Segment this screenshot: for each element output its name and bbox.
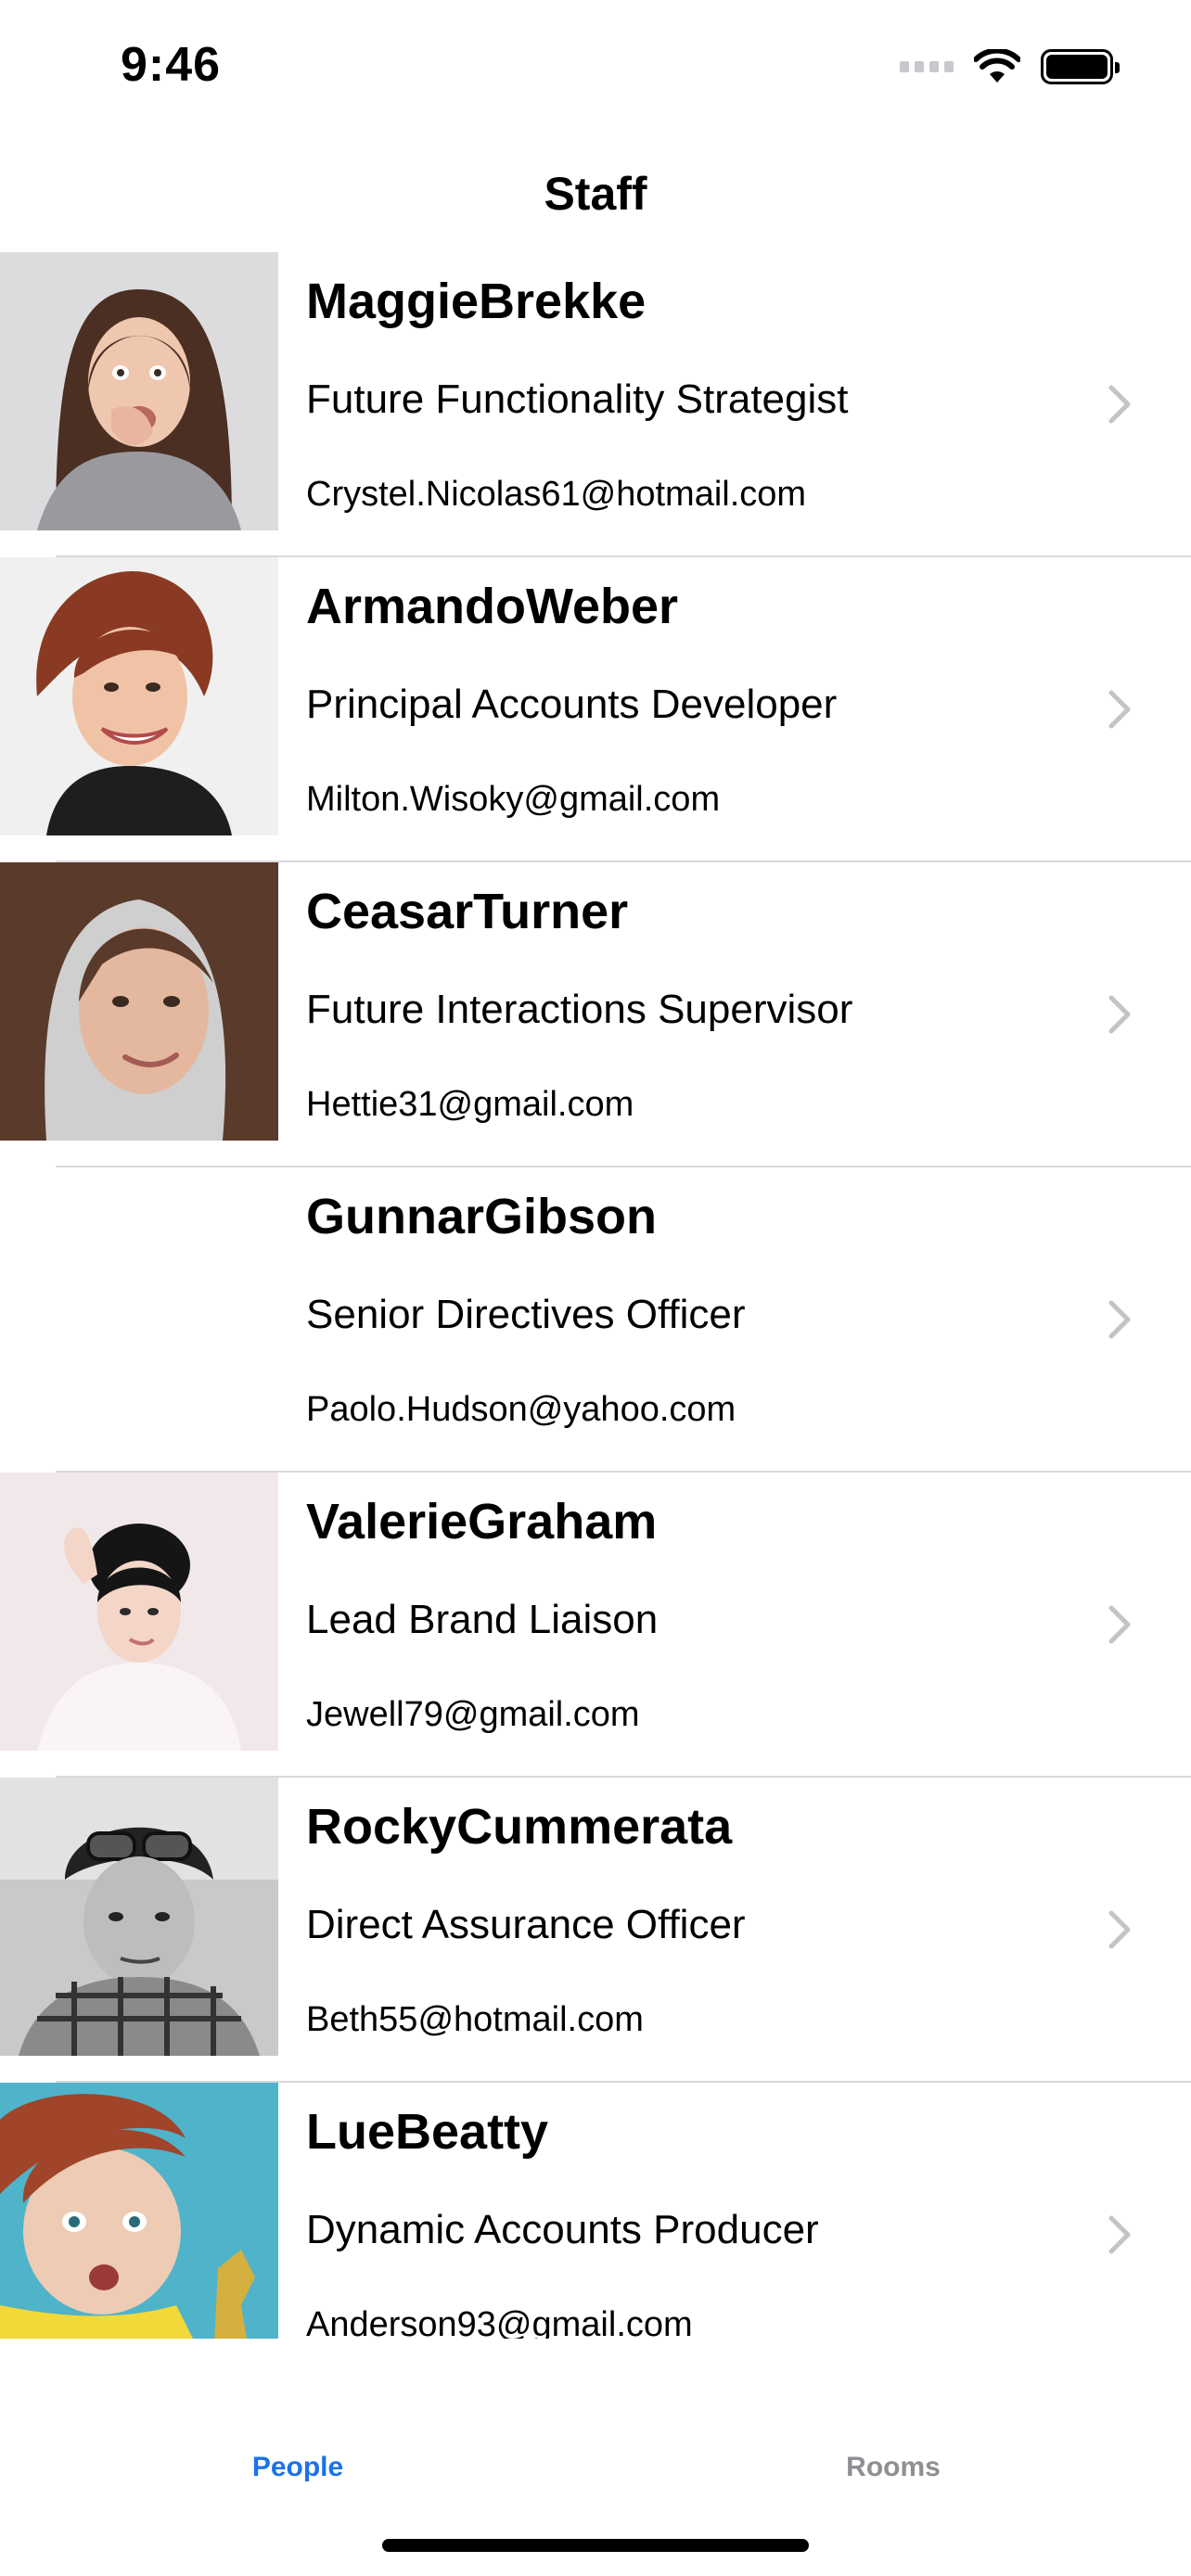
- chevron-right-icon: [1108, 385, 1131, 424]
- avatar: [0, 557, 278, 835]
- staff-email: Anderson93@gmail.com: [306, 2305, 693, 2339]
- staff-email: Milton.Wisoky@gmail.com: [306, 780, 721, 819]
- staff-row[interactable]: LueBeatty Dynamic Accounts Producer Ande…: [0, 2083, 1191, 2339]
- status-bar: 9:46: [0, 0, 1191, 139]
- staff-row[interactable]: ArmandoWeber Principal Accounts Develope…: [0, 557, 1191, 862]
- status-icons: [900, 45, 1120, 89]
- tab-people[interactable]: People: [0, 2452, 596, 2483]
- staff-name: ArmandoWeber: [306, 579, 679, 634]
- staff-row[interactable]: GunnarGibson Senior Directives Officer P…: [0, 1167, 1191, 1473]
- staff-name: LueBeatty: [306, 2104, 549, 2160]
- staff-name: GunnarGibson: [306, 1189, 657, 1244]
- staff-title: Direct Assurance Officer: [306, 1902, 746, 1947]
- signal-icon: [900, 61, 954, 72]
- avatar: [0, 1778, 278, 2056]
- chevron-right-icon: [1108, 690, 1131, 729]
- chevron-right-icon: [1108, 2215, 1131, 2254]
- staff-row[interactable]: CeasarTurner Future Interactions Supervi…: [0, 862, 1191, 1167]
- avatar: [0, 862, 278, 1141]
- staff-title: Dynamic Accounts Producer: [306, 2207, 819, 2252]
- battery-icon: [1041, 49, 1120, 84]
- staff-email: Crystel.Nicolas61@hotmail.com: [306, 475, 807, 514]
- staff-title: Senior Directives Officer: [306, 1292, 746, 1337]
- chevron-right-icon: [1108, 1605, 1131, 1644]
- wifi-icon: [974, 49, 1020, 83]
- staff-name: MaggieBrekke: [306, 274, 647, 329]
- staff-row[interactable]: ValerieGraham Lead Brand Liaison Jewell7…: [0, 1473, 1191, 1778]
- staff-title: Future Functionality Strategist: [306, 376, 849, 422]
- staff-email: Jewell79@gmail.com: [306, 1695, 640, 1734]
- staff-email: Hettie31@gmail.com: [306, 1085, 634, 1124]
- avatar: [0, 1167, 278, 1446]
- page-title: Staff: [544, 168, 647, 220]
- staff-email: Paolo.Hudson@yahoo.com: [306, 1390, 736, 1429]
- staff-name: CeasarTurner: [306, 884, 629, 939]
- navigation-bar: Staff: [0, 139, 1191, 250]
- avatar: [0, 252, 278, 530]
- staff-title: Future Interactions Supervisor: [306, 987, 853, 1032]
- status-time: 9:46: [121, 38, 222, 92]
- home-indicator[interactable]: [382, 2539, 809, 2552]
- chevron-right-icon: [1108, 995, 1131, 1034]
- staff-row[interactable]: MaggieBrekke Future Functionality Strate…: [0, 252, 1191, 557]
- staff-row[interactable]: RockyCummerata Direct Assurance Officer …: [0, 1778, 1191, 2083]
- avatar: [0, 1473, 278, 1751]
- staff-name: ValerieGraham: [306, 1494, 658, 1549]
- staff-title: Principal Accounts Developer: [306, 682, 838, 727]
- staff-list[interactable]: MaggieBrekke Future Functionality Strate…: [0, 252, 1191, 2339]
- staff-name: RockyCummerata: [306, 1799, 733, 1855]
- avatar: [0, 2083, 278, 2339]
- staff-email: Beth55@hotmail.com: [306, 2000, 644, 2039]
- chevron-right-icon: [1108, 1300, 1131, 1339]
- chevron-right-icon: [1108, 1910, 1131, 1949]
- staff-title: Lead Brand Liaison: [306, 1597, 659, 1642]
- tab-rooms[interactable]: Rooms: [596, 2452, 1191, 2483]
